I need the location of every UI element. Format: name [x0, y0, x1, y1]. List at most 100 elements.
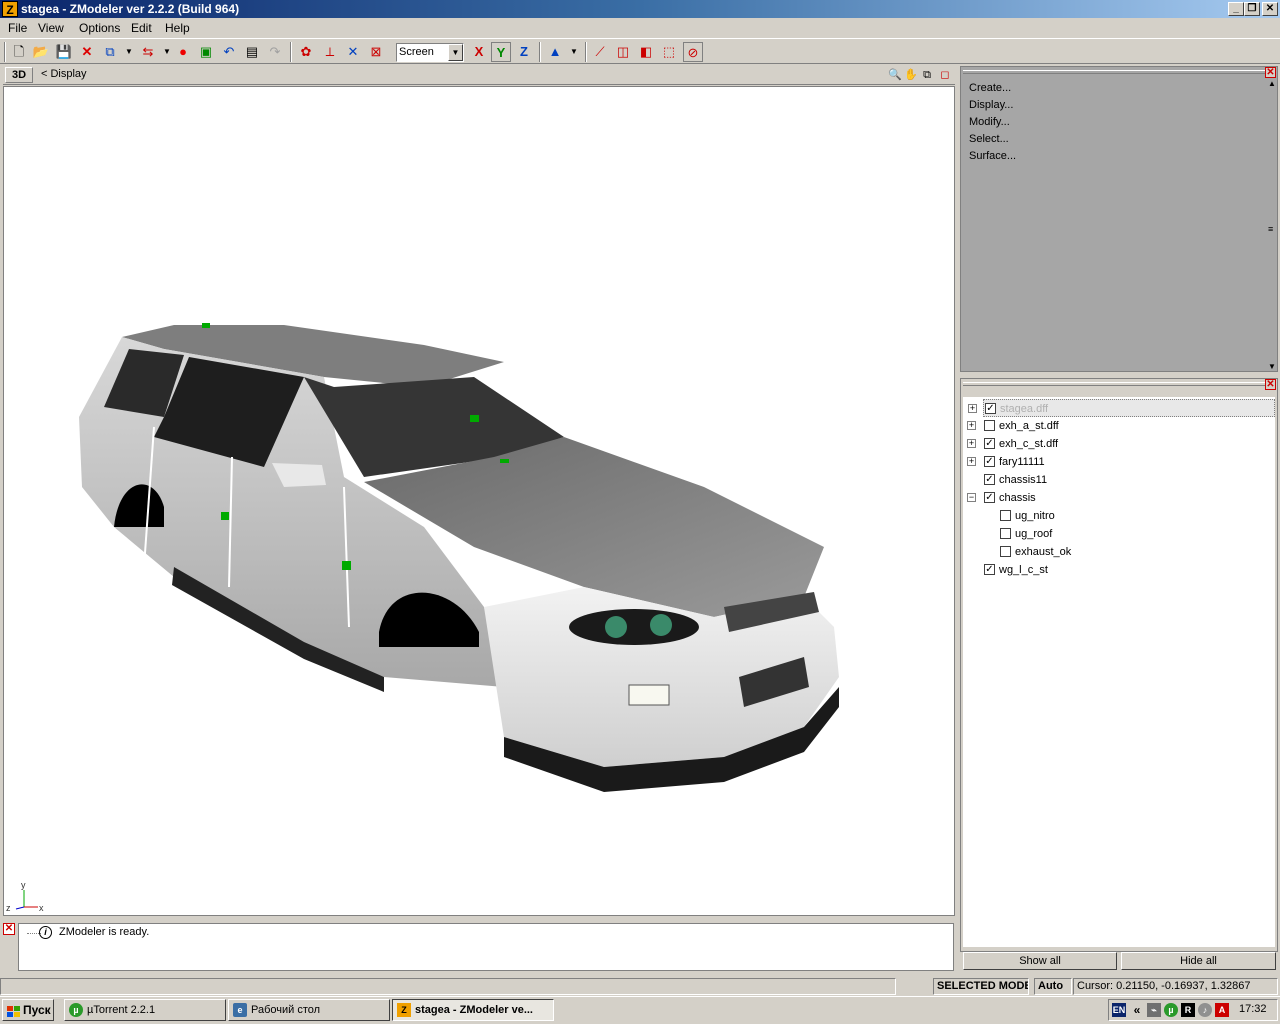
pivot-dropdown-icon[interactable]: ▼	[564, 42, 584, 62]
menu-file[interactable]: File	[8, 21, 27, 35]
hide-all-button[interactable]: Hide all	[1121, 952, 1276, 970]
scroll-up-icon[interactable]: ▲	[1268, 79, 1276, 88]
visibility-checkbox[interactable]: ✓	[984, 492, 995, 503]
3d-viewport[interactable]: y z x	[3, 86, 955, 916]
panel-grip[interactable]	[963, 70, 1265, 74]
viewport-type-button[interactable]: 3D	[5, 67, 33, 83]
coordinate-mode-select[interactable]: Screen ▼	[396, 43, 464, 62]
tray-expand-icon[interactable]: «	[1130, 1003, 1144, 1017]
collapse-icon[interactable]: −	[967, 493, 976, 502]
axis-x-toggle[interactable]: X	[469, 42, 489, 62]
language-indicator[interactable]: EN	[1112, 1003, 1126, 1017]
tree-item-fary11111[interactable]: + ✓ fary11111	[967, 453, 1275, 471]
scroll-thumb[interactable]: ≡	[1268, 224, 1273, 234]
panel-grip[interactable]	[963, 382, 1265, 386]
command-display[interactable]: Display...	[969, 99, 1013, 111]
material-icon[interactable]: ✿	[296, 42, 316, 62]
save-icon[interactable]: 💾	[54, 42, 74, 62]
object-mode-icon[interactable]: ⬚	[659, 42, 679, 62]
restore-button[interactable]: ❐	[1244, 2, 1260, 16]
ie-icon: e	[233, 1003, 247, 1017]
visibility-checkbox[interactable]: ✓	[985, 403, 996, 414]
task-desktop[interactable]: e Рабочий стол	[228, 999, 390, 1021]
command-modify[interactable]: Modify...	[969, 116, 1010, 128]
visibility-checkbox[interactable]: ✓	[984, 564, 995, 575]
chevron-down-icon[interactable]: ▼	[448, 44, 463, 61]
menu-view[interactable]: View	[38, 21, 64, 35]
object-panel-close-icon[interactable]: ✕	[1265, 379, 1276, 390]
face-mode-icon[interactable]: ◧	[636, 42, 656, 62]
command-create[interactable]: Create...	[969, 82, 1011, 94]
axis-move-icon[interactable]: ⟂	[320, 42, 340, 62]
menu-help[interactable]: Help	[165, 21, 190, 35]
expand-icon[interactable]: +	[967, 439, 976, 448]
network-icon[interactable]: ⌁	[1147, 1003, 1161, 1017]
volume-icon[interactable]: ♪	[1198, 1003, 1212, 1017]
expand-icon[interactable]: +	[967, 457, 976, 466]
vertex-mode-icon[interactable]: ⟋	[590, 42, 610, 62]
task-zmodeler[interactable]: Z stagea - ZModeler ve...	[392, 999, 554, 1021]
car-model-render: y z x	[6, 323, 839, 913]
expand-icon[interactable]: +	[968, 404, 977, 413]
delete-icon[interactable]: ✕	[77, 42, 97, 62]
tree-item-chassis11[interactable]: ✓ chassis11	[983, 471, 1275, 489]
pivot-icon[interactable]: ▲	[545, 42, 565, 62]
export-icon[interactable]: ⇆	[138, 42, 158, 62]
axis-z-toggle[interactable]: Z	[514, 42, 534, 62]
minimize-button[interactable]: _	[1228, 2, 1244, 16]
antivirus-icon[interactable]: A	[1215, 1003, 1229, 1017]
tree-item-chassis[interactable]: − ✓ chassis	[967, 489, 1275, 507]
undo-icon[interactable]: ↶	[219, 42, 239, 62]
import-icon[interactable]: ⧉	[100, 42, 120, 62]
image-icon[interactable]: ▣	[196, 42, 216, 62]
visibility-checkbox[interactable]: ✓	[984, 456, 995, 467]
scroll-down-icon[interactable]: ▼	[1268, 362, 1276, 371]
task-utorrent[interactable]: µ µTorrent 2.2.1	[64, 999, 226, 1021]
axis-rotate-icon[interactable]: ✕	[343, 42, 363, 62]
import-dropdown-icon[interactable]: ▼	[119, 42, 139, 62]
pan-hand-icon[interactable]: ✋	[903, 67, 919, 83]
maximize-viewport-icon[interactable]: ⧉	[919, 67, 935, 83]
record-icon[interactable]: ●	[173, 42, 193, 62]
axis-y-toggle[interactable]: Y	[491, 42, 511, 62]
visibility-checkbox[interactable]	[1000, 546, 1011, 557]
open-folder-icon[interactable]: 📂	[31, 42, 51, 62]
start-button[interactable]: Пуск	[2, 999, 54, 1021]
expand-icon[interactable]: +	[967, 421, 976, 430]
visibility-checkbox[interactable]: ✓	[984, 474, 995, 485]
close-button[interactable]: ✕	[1262, 2, 1278, 16]
edge-mode-icon[interactable]: ◫	[613, 42, 633, 62]
tree-item-ug-nitro[interactable]: ug_nitro	[999, 507, 1275, 525]
axis-scale-icon[interactable]: ⊠	[366, 42, 386, 62]
zoom-icon[interactable]: 🔍	[887, 67, 903, 83]
zmodeler-app-icon[interactable]: Z	[2, 1, 18, 17]
visibility-checkbox[interactable]	[1000, 510, 1011, 521]
log-close-icon[interactable]: ✕	[3, 923, 15, 935]
command-select[interactable]: Select...	[969, 133, 1009, 145]
command-panel-close-icon[interactable]: ✕	[1265, 67, 1276, 78]
command-panel-scrollbar[interactable]: ▲ ≡ ▼	[1267, 79, 1277, 371]
utorrent-tray-icon[interactable]: µ	[1164, 1003, 1178, 1017]
group-mode-icon[interactable]: ⊘	[683, 42, 703, 62]
tree-item-exh-a-st[interactable]: + exh_a_st.dff	[967, 417, 1275, 435]
new-file-icon[interactable]: 🗋	[9, 42, 29, 62]
snap-mode-indicator[interactable]: Auto	[1034, 978, 1072, 995]
viewport-mode-label[interactable]: < Display	[41, 68, 87, 80]
redo-icon[interactable]: ↷	[265, 42, 285, 62]
rockstar-icon[interactable]: R	[1181, 1003, 1195, 1017]
menu-edit[interactable]: Edit	[131, 21, 152, 35]
tree-item-wg-l-c-st[interactable]: ✓ wg_l_c_st	[983, 561, 1275, 579]
tree-item-exh-c-st[interactable]: + ✓ exh_c_st.dff	[967, 435, 1275, 453]
viewport-close-icon[interactable]: ◻	[937, 67, 953, 83]
tree-item-exhaust-ok[interactable]: exhaust_ok	[999, 543, 1275, 561]
document-icon[interactable]: ▤	[242, 42, 262, 62]
tree-item-stagea-dff[interactable]: + ✓ stagea.dff	[968, 399, 1275, 417]
visibility-checkbox[interactable]	[984, 420, 995, 431]
system-tray: EN « ⌁ µ R ♪ A 17:32	[1108, 999, 1278, 1021]
show-all-button[interactable]: Show all	[963, 952, 1117, 970]
visibility-checkbox[interactable]: ✓	[984, 438, 995, 449]
command-surface[interactable]: Surface...	[969, 150, 1016, 162]
tree-item-ug-roof[interactable]: ug_roof	[999, 525, 1275, 543]
menu-options[interactable]: Options	[79, 21, 120, 35]
visibility-checkbox[interactable]	[1000, 528, 1011, 539]
